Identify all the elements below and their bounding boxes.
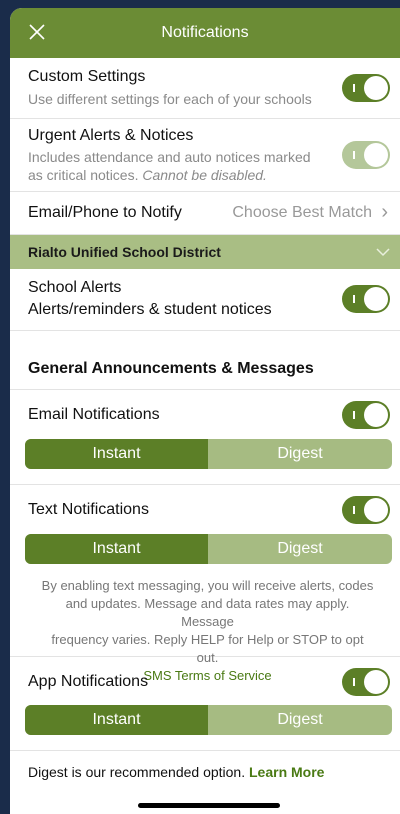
app-instant-option[interactable]: Instant: [25, 705, 208, 735]
app-digest-option[interactable]: Digest: [208, 705, 392, 735]
school-alerts-title: School Alerts: [28, 279, 122, 296]
email-phone-value: Choose Best Match: [232, 204, 372, 221]
email-mode-segmented: Instant Digest: [25, 439, 392, 469]
footer: Digest is our recommended option. Learn …: [10, 751, 400, 791]
section-title: General Announcements & Messages: [28, 360, 314, 377]
text-instant-option[interactable]: Instant: [25, 534, 208, 564]
custom-settings-toggle[interactable]: [342, 74, 390, 102]
email-digest-option[interactable]: Digest: [208, 439, 392, 469]
text-notifications-title: Text Notifications: [28, 501, 149, 518]
email-notifications-title: Email Notifications: [28, 406, 160, 423]
app-mode-segmented: Instant Digest: [25, 705, 392, 735]
text-digest-option[interactable]: Digest: [208, 534, 392, 564]
school-alerts-sub: Alerts/reminders & student notices: [28, 301, 272, 318]
disclaimer-line1: By enabling text messaging, you will rec…: [41, 578, 374, 593]
email-phone-row[interactable]: Email/Phone to Notify Choose Best Match …: [10, 192, 400, 235]
custom-settings-row: Custom Settings Use different settings f…: [10, 58, 400, 119]
app-notifications-title: App Notifications: [28, 673, 149, 690]
app-notifications-toggle[interactable]: [342, 668, 390, 696]
learn-more-link[interactable]: Learn More: [249, 764, 324, 780]
email-instant-option[interactable]: Instant: [25, 439, 208, 469]
urgent-alerts-row: Urgent Alerts & Notices Includes attenda…: [10, 119, 400, 192]
general-section-row: General Announcements & Messages: [10, 331, 400, 390]
chevron-down-icon: [376, 248, 390, 257]
disclaimer-line2: and updates. Message and data rates may …: [65, 596, 350, 629]
urgent-alerts-sub: Includes attendance and auto notices mar…: [28, 148, 311, 184]
footer-note: Digest is our recommended option. Learn …: [28, 764, 324, 780]
text-notifications-toggle[interactable]: [342, 496, 390, 524]
home-indicator: [138, 803, 280, 808]
notifications-sheet: Notifications Custom Settings Use differ…: [10, 8, 400, 814]
app-notifications-row: App Notifications Instant Digest: [10, 657, 400, 751]
email-phone-label: Email/Phone to Notify: [28, 204, 182, 221]
district-band[interactable]: Rialto Unified School District: [10, 235, 400, 269]
school-alerts-row: School Alerts Alerts/reminders & student…: [10, 269, 400, 331]
email-notifications-row: Email Notifications Instant Digest: [10, 390, 400, 485]
urgent-sub-line1: Includes attendance and auto notices mar…: [28, 149, 311, 165]
urgent-sub-line2: as critical notices.: [28, 167, 139, 183]
text-mode-segmented: Instant Digest: [25, 534, 392, 564]
urgent-sub-italic: Cannot be disabled.: [142, 167, 267, 183]
custom-settings-title: Custom Settings: [28, 68, 146, 85]
school-alerts-toggle[interactable]: [342, 285, 390, 313]
text-notifications-row: Text Notifications Instant Digest By ena…: [10, 485, 400, 683]
urgent-alerts-toggle: [342, 141, 390, 169]
chevron-right-icon: ›: [381, 201, 388, 223]
urgent-alerts-title: Urgent Alerts & Notices: [28, 127, 194, 144]
header: Notifications: [10, 8, 400, 58]
footer-text: Digest is our recommended option.: [28, 764, 246, 780]
email-notifications-toggle[interactable]: [342, 401, 390, 429]
custom-settings-sub: Use different settings for each of your …: [28, 91, 312, 107]
page-title: Notifications: [161, 24, 249, 41]
district-name: Rialto Unified School District: [28, 244, 221, 260]
